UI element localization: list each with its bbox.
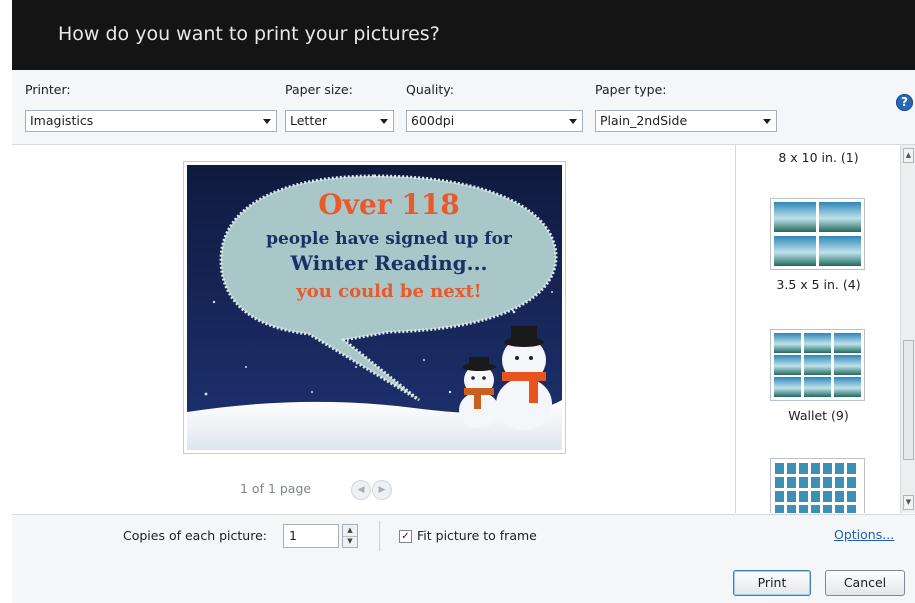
print-options-bar: Printer: Imagistics Paper size: Letter Q… <box>12 70 915 145</box>
bubble-line-1: Over 118 <box>318 188 459 221</box>
fit-picture-label[interactable]: Fit picture to frame <box>417 528 537 543</box>
layout-scrollbar[interactable]: ▲ ▼ <box>900 145 915 513</box>
paper-type-value: Plain_2ndSide <box>600 113 688 128</box>
dialog-title-bar: How do you want to print your pictures? <box>12 0 915 70</box>
bubble-line-3: Winter Reading... <box>289 251 487 275</box>
layout-thumb-wallet[interactable] <box>770 329 865 401</box>
options-link[interactable]: Options... <box>834 527 894 542</box>
print-button[interactable]: Print <box>733 570 811 596</box>
bottom-bar: Copies of each picture: 1 ▲ ▼ ✓ Fit pict… <box>12 514 915 603</box>
next-arrow-icon[interactable]: ▶ <box>372 480 392 500</box>
scroll-up-icon[interactable]: ▲ <box>903 148 914 163</box>
printer-dropdown[interactable]: Imagistics <box>25 110 277 132</box>
copies-label: Copies of each picture: <box>123 528 267 543</box>
layout-label-4up: 3.5 x 5 in. (4) <box>776 277 861 292</box>
scroll-thumb[interactable] <box>903 340 914 460</box>
divider <box>379 521 380 551</box>
layout-thumb-contact-sheet[interactable] <box>770 458 865 513</box>
print-preview-area: Over 118 people have signed up for Winte… <box>12 145 735 513</box>
chevron-down-icon <box>263 119 271 124</box>
layout-contact-preview <box>775 463 856 513</box>
quality-value: 600dpi <box>411 113 455 128</box>
layout-label-full-page: 8 x 10 in. (1) <box>778 150 859 165</box>
quality-dropdown[interactable]: 600dpi <box>406 110 583 132</box>
paper-size-label: Paper size: <box>285 82 353 97</box>
paper-size-value: Letter <box>290 113 328 128</box>
snowman-large <box>496 326 552 430</box>
chevron-down-icon <box>569 119 577 124</box>
cancel-button[interactable]: Cancel <box>825 570 905 596</box>
layout-list: 8 x 10 in. (1) 3.5 x 5 in. (4) Wallet (9… <box>735 145 901 513</box>
dialog-title: How do you want to print your pictures? <box>58 23 440 45</box>
help-icon[interactable]: ? <box>896 94 913 111</box>
printer-label: Printer: <box>25 82 71 97</box>
paper-type-dropdown[interactable]: Plain_2ndSide <box>595 110 777 132</box>
fit-picture-checkbox[interactable]: ✓ <box>399 530 412 543</box>
preview-picture: Over 118 people have signed up for Winte… <box>187 165 562 450</box>
chevron-down-icon <box>763 119 771 124</box>
paper-type-label: Paper type: <box>595 82 667 97</box>
layout-label-wallet: Wallet (9) <box>788 408 849 423</box>
page-counter: 1 of 1 page <box>240 481 312 496</box>
quality-label: Quality: <box>406 82 454 97</box>
chevron-down-icon <box>380 119 388 124</box>
prev-arrow-icon[interactable]: ◀ <box>351 480 371 500</box>
bubble-line-2: people have signed up for <box>266 229 513 249</box>
scroll-down-icon[interactable]: ▼ <box>903 495 914 510</box>
copies-input[interactable]: 1 <box>283 524 339 548</box>
spinner-down-icon[interactable]: ▼ <box>343 536 357 547</box>
bubble-line-4: you could be next! <box>295 281 481 302</box>
copies-spinner[interactable]: ▲ ▼ <box>342 524 358 548</box>
paper-size-dropdown[interactable]: Letter <box>285 110 394 132</box>
printer-value: Imagistics <box>30 113 94 128</box>
layout-wallet-preview <box>774 333 861 397</box>
layout-4up-preview <box>774 202 861 266</box>
preview-photo-frame: Over 118 people have signed up for Winte… <box>183 161 566 454</box>
snowman-small <box>459 357 499 428</box>
layout-thumb-4up[interactable] <box>770 198 865 270</box>
